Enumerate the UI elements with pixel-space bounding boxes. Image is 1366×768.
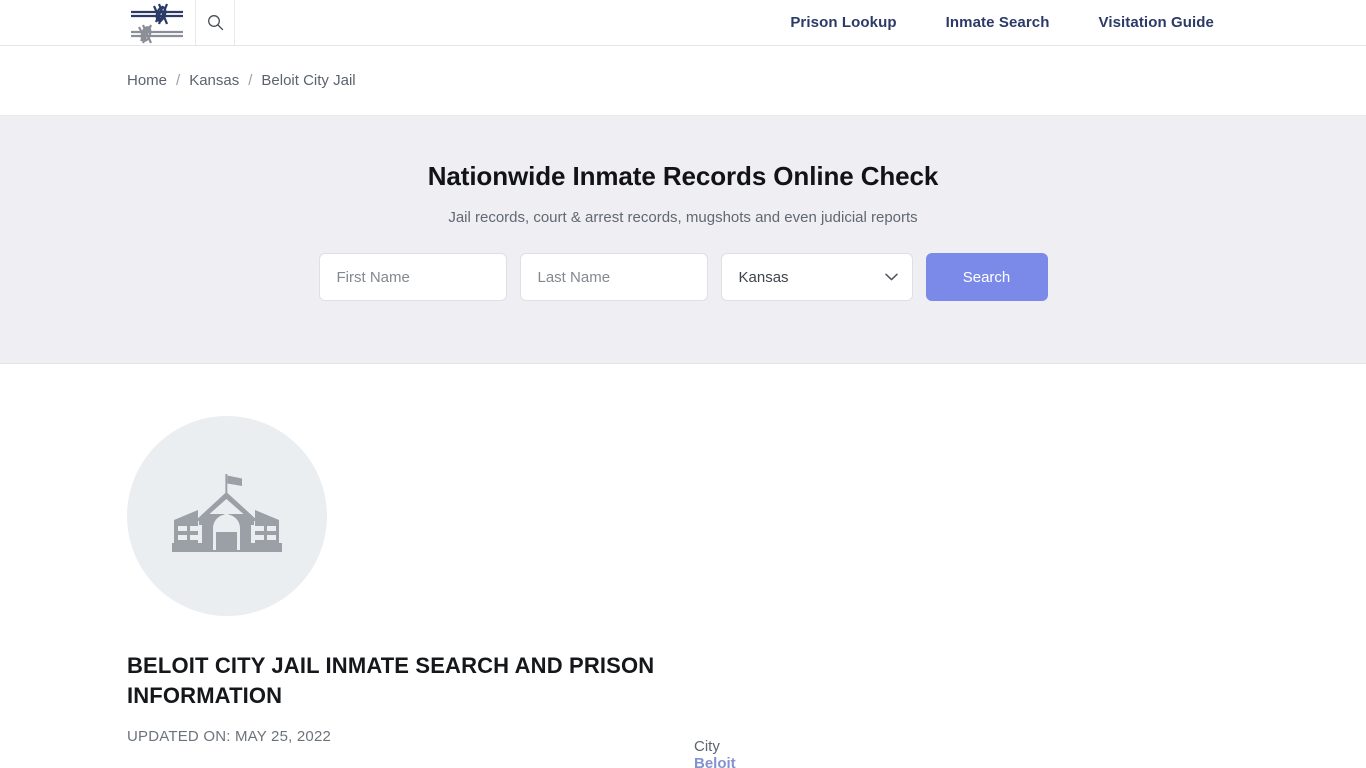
hero-section: Nationwide Inmate Records Online Check J… [0, 116, 1366, 364]
detail-value-city[interactable]: Beloit [694, 755, 736, 768]
search-icon [207, 15, 223, 31]
state-select-wrapper: Kansas [720, 253, 913, 301]
site-header: Prison Lookup Inmate Search Visitation G… [0, 0, 1366, 46]
detail-label-city: City [694, 738, 720, 755]
breadcrumb-item-home[interactable]: Home [127, 72, 167, 89]
brand-zone [0, 0, 195, 45]
facility-details: City Beloit [694, 738, 1114, 768]
main-content: BELOIT CITY JAIL INMATE SEARCH AND PRISO… [0, 416, 1366, 768]
breadcrumb: Home / Kansas / Beloit City Jail [0, 46, 1366, 116]
last-name-input[interactable] [519, 253, 708, 301]
facility-avatar [127, 416, 327, 616]
search-button[interactable]: Search [925, 253, 1048, 301]
header-search-button[interactable] [195, 0, 235, 45]
government-building-icon [172, 474, 282, 552]
inmate-search-form: Kansas Search [0, 253, 1366, 301]
first-name-input[interactable] [318, 253, 507, 301]
breadcrumb-item-current: Beloit City Jail [261, 72, 356, 89]
breadcrumb-separator: / [176, 72, 181, 89]
breadcrumb-item-kansas[interactable]: Kansas [189, 72, 239, 89]
state-select[interactable]: Kansas [720, 253, 913, 301]
main-navigation: Prison Lookup Inmate Search Visitation G… [235, 0, 1366, 45]
hero-title: Nationwide Inmate Records Online Check [427, 161, 939, 191]
nav-item-prison-lookup[interactable]: Prison Lookup [790, 14, 896, 31]
logo-link[interactable] [129, 2, 185, 44]
nav-item-visitation-guide[interactable]: Visitation Guide [1098, 14, 1214, 31]
page-title: BELOIT CITY JAIL INMATE SEARCH AND PRISO… [127, 653, 655, 708]
nav-item-inmate-search[interactable]: Inmate Search [946, 14, 1050, 31]
barbed-wire-logo [131, 3, 183, 43]
hero-subtitle: Jail records, court & arrest records, mu… [448, 209, 918, 226]
breadcrumb-separator: / [248, 72, 253, 89]
